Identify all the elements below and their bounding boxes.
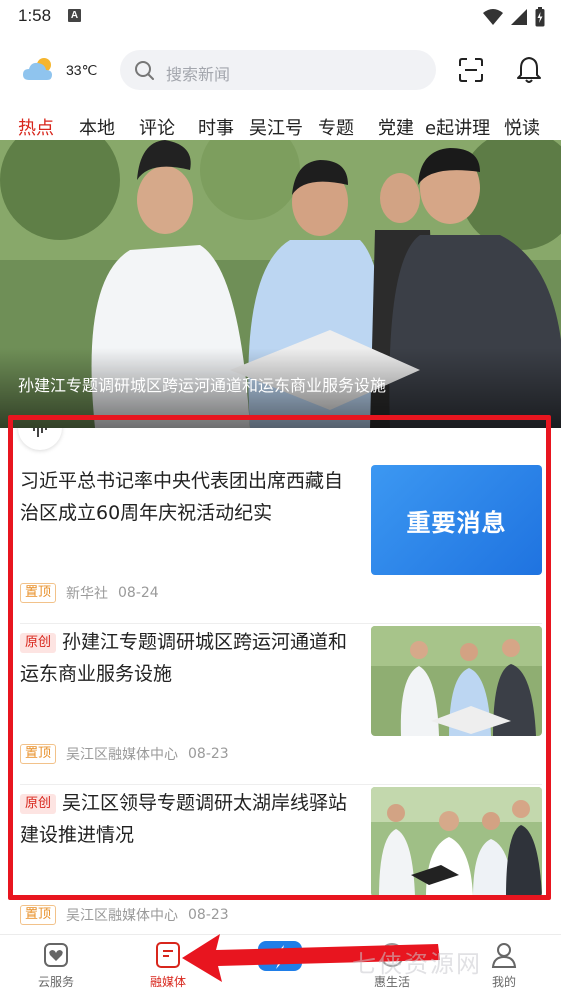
tab-comment[interactable]: 评论 (139, 114, 175, 140)
news-meta: 置顶 新华社 08-24 (20, 583, 159, 603)
nav-media[interactable]: 融媒体 (128, 941, 208, 997)
thumbnail-photo (371, 787, 542, 897)
nav-mine[interactable]: 我的 (464, 941, 544, 997)
original-badge: 原创 (20, 633, 57, 653)
news-thumbnail (371, 626, 542, 736)
thumbnail-photo (371, 626, 542, 736)
hero-banner[interactable]: 孙建江专题调研城区跨运河通道和运东商业服务设施 (0, 140, 561, 428)
hero-caption: 孙建江专题调研城区跨运河通道和运东商业服务设施 (18, 376, 387, 395)
wifi-icon (483, 9, 503, 25)
search-icon (135, 61, 154, 80)
person-icon (491, 943, 517, 968)
audio-play-button[interactable] (18, 428, 62, 450)
notification-a-icon: A (68, 9, 81, 22)
divider (20, 784, 542, 785)
news-thumbnail: 重要消息 (371, 465, 542, 575)
tab-special-topic[interactable]: 专题 (318, 114, 354, 140)
tab-wujiang-hao[interactable]: 吴江号 (249, 114, 303, 140)
tab-current-affairs[interactable]: 时事 (198, 114, 234, 140)
tab-local[interactable]: 本地 (79, 114, 115, 140)
news-title: 原创 孙建江专题调研城区跨运河通道和运东商业服务设施 (20, 631, 348, 685)
weather-cloud-icon (23, 58, 52, 80)
media-icon (156, 942, 180, 968)
status-bar: 1:58 A (0, 0, 561, 34)
divider (20, 623, 542, 624)
tab-reading[interactable]: 悦读 (504, 114, 540, 140)
app-screen: 1:58 A 33℃ 搜索新闻 热点 本地 评论 时事 吴江号 专题 党建 e起… (0, 0, 561, 997)
status-icons (483, 7, 545, 27)
news-meta: 置顶 吴江区融媒体中心 08-23 (20, 744, 229, 764)
search-placeholder: 搜索新闻 (166, 65, 231, 84)
pinned-badge: 置顶 (20, 905, 57, 925)
search-input[interactable]: 搜索新闻 (120, 50, 436, 90)
news-meta: 置顶 吴江区融媒体中心 08-23 (20, 905, 229, 925)
news-source: 吴江区融媒体中心 (66, 747, 179, 763)
nav-cloud-service[interactable]: 云服务 (16, 941, 96, 997)
news-source: 新华社 (66, 586, 109, 602)
news-item[interactable]: 习近平总书记率中央代表团出席西藏自治区成立60周年庆祝活动纪实 重要消息 置顶 … (0, 465, 561, 627)
life-icon (380, 943, 404, 967)
lightning-logo-icon[interactable] (256, 939, 304, 971)
nav-label: 融媒体 (149, 975, 186, 989)
audio-wave-icon (33, 428, 47, 437)
tab-party-building[interactable]: 党建 (378, 114, 414, 140)
nav-label: 惠生活 (373, 975, 410, 989)
news-date: 08-24 (118, 585, 159, 601)
thumbnail-headline: 重要消息 (406, 509, 507, 537)
heart-shield-icon (44, 943, 68, 967)
tab-hot[interactable]: 热点 (18, 114, 54, 140)
pinned-badge: 置顶 (20, 744, 57, 764)
news-item[interactable]: 原创 孙建江专题调研城区跨运河通道和运东商业服务设施 置顶 吴江区融媒体中心 0… (0, 626, 561, 788)
pinned-badge: 置顶 (20, 583, 57, 603)
nav-life[interactable]: 惠生活 (352, 941, 432, 997)
status-time: 1:58 (18, 6, 52, 25)
news-date: 08-23 (188, 746, 229, 762)
nav-label: 我的 (491, 975, 516, 989)
news-item[interactable]: 原创 吴江区领导专题调研太湖岸线驿站建设推进情况 置顶 吴江区融媒体中心 08-… (0, 787, 561, 934)
bottom-navigation: 云服务 融媒体 惠生活 我的 (0, 934, 561, 997)
weather-temperature: 33℃ (66, 62, 98, 78)
news-thumbnail (371, 787, 542, 897)
signal-icon (511, 9, 527, 25)
news-title: 原创 吴江区领导专题调研太湖岸线驿站建设推进情况 (20, 792, 348, 846)
scan-icon[interactable] (458, 58, 484, 82)
news-title: 习近平总书记率中央代表团出席西藏自治区成立60周年庆祝活动纪实 (20, 470, 344, 524)
news-date: 08-23 (188, 907, 229, 923)
news-list: 习近平总书记率中央代表团出席西藏自治区成立60周年庆祝活动纪实 重要消息 置顶 … (0, 428, 561, 934)
top-header: 33℃ 搜索新闻 (0, 46, 561, 96)
original-badge: 原创 (20, 794, 57, 814)
tab-e-reason[interactable]: e起讲理 (425, 114, 490, 140)
battery-icon (535, 7, 545, 27)
news-source: 吴江区融媒体中心 (66, 908, 179, 924)
nav-label: 云服务 (37, 975, 74, 989)
bell-icon[interactable] (516, 56, 542, 84)
